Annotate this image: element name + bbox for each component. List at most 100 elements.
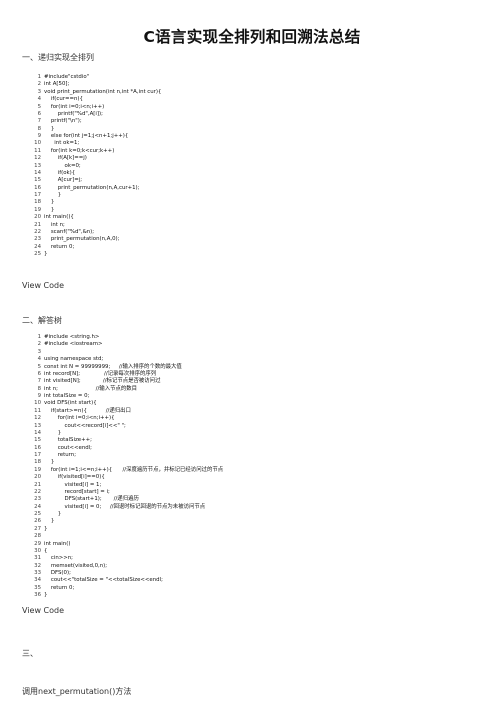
code-line: 7 int visited[N]; //标记节点是否被访问过: [28, 378, 223, 385]
line-number: 18: [34, 199, 41, 206]
view-code-link-2[interactable]: View Code: [22, 606, 64, 615]
line-number: 13: [34, 162, 41, 169]
code-text: }: [44, 206, 55, 213]
line-number: 4: [37, 356, 41, 363]
code-line: 16 print_permutation(n,A,cur+1);: [28, 185, 161, 192]
code-text: #include <iostream>: [44, 341, 103, 348]
code-line: 1 #include <string.h>: [28, 334, 223, 341]
code-line: 13 ok=0;: [28, 163, 161, 170]
code-line: 11 for(int k=0;k<cur;k++): [28, 148, 161, 155]
code-text: return 0;: [44, 243, 75, 250]
code-text: A[cur]=j;: [44, 177, 83, 184]
code-text: if(cur==n){: [44, 96, 83, 103]
code-line: 8 }: [28, 126, 161, 133]
code-line: 17 return;: [28, 452, 223, 459]
code-line: 15 totalSize++;: [28, 437, 223, 444]
code-line: 31 cin>>n;: [28, 555, 223, 562]
code-line: 25}: [28, 251, 161, 258]
code-text: #include"cstdio": [44, 74, 90, 80]
code-text: int n; //输入节点的数目: [44, 385, 138, 392]
code-text: visited[i] = 1;: [44, 481, 102, 488]
line-number: 12: [34, 415, 41, 422]
code-text: }: [44, 199, 55, 206]
code-text: DFS(start+1); //递归遍历: [44, 496, 139, 503]
code-text: int n;: [44, 221, 65, 228]
line-number: 25: [34, 251, 41, 257]
line-number: 17: [34, 192, 41, 198]
code-text: for(int i=0;i<n;i++): [44, 103, 105, 110]
code-text: DFS(0);: [44, 570, 71, 576]
code-line: 3: [28, 349, 223, 356]
code-line: 6 printf("%d",A[i]);: [28, 111, 161, 118]
code-text: }: [44, 125, 55, 132]
line-number: 15: [34, 437, 41, 444]
code-text: int main(){: [44, 214, 74, 221]
line-number: 7: [37, 118, 41, 125]
code-line: 4 using namespace std;: [28, 356, 223, 363]
code-text: record[start] = i;: [44, 488, 110, 495]
line-number: 24: [34, 503, 41, 510]
code-text: int main(): [44, 540, 71, 547]
line-number: 20: [34, 474, 41, 481]
code-line: 24 return 0;: [28, 244, 161, 251]
code-text: }: [44, 429, 62, 436]
code-line: 17 }: [28, 192, 161, 199]
view-code-link-1[interactable]: View Code: [22, 281, 64, 290]
line-number: 1: [37, 74, 41, 80]
code-text: cout<<record[i]<<" ";: [44, 422, 126, 429]
code-text: cin>>n;: [44, 555, 73, 562]
code-text: }: [44, 192, 62, 198]
code-block-permutation: 1 #include"cstdio" 2 int A[50]; 3 void print_…: [28, 74, 161, 258]
code-line: 23 print_permutation(n,A,0);: [28, 236, 161, 243]
code-line: 14 }: [28, 430, 223, 437]
line-number: 3: [37, 88, 41, 95]
code-text: if(start>=n){ //递归出口: [44, 407, 131, 414]
code-line: 36}: [28, 592, 223, 599]
code-text: int ok=1;: [44, 140, 80, 147]
code-line: 10 int ok=1;: [28, 140, 161, 147]
line-number: 17: [34, 452, 41, 458]
code-line: 9 else for(int j=1;j<n+1;j++){: [28, 133, 161, 140]
code-text: print_permutation(n,A,0);: [44, 236, 120, 243]
code-text: scanf("%d",&n);: [44, 228, 95, 235]
line-number: 35: [34, 584, 41, 591]
code-text: for(int i=0;i<n;i++){: [44, 415, 115, 422]
line-number: 34: [34, 577, 41, 584]
code-text: totalSize++;: [44, 437, 92, 444]
line-number: 19: [34, 206, 41, 213]
code-text: print_permutation(n,A,cur+1);: [44, 184, 140, 191]
section-heading-3: 三、: [22, 649, 38, 658]
code-text: }: [44, 592, 48, 599]
code-text: int totalSize = 0;: [44, 393, 90, 399]
code-text: printf("\n");: [44, 118, 82, 125]
code-line: 24 visited[i] = 0; //回退时标记回退的节点为未被访问节点: [28, 504, 223, 511]
line-number: 18: [34, 459, 41, 466]
line-number: 27: [34, 525, 41, 532]
line-number: 9: [37, 133, 41, 139]
code-text: int visited[N]; //标记节点是否被访问过: [44, 378, 161, 385]
section-heading-1: 一、递归实现全排列: [22, 53, 94, 62]
code-text: else for(int j=1;j<n+1;j++){: [44, 133, 129, 139]
line-number: 15: [34, 177, 41, 184]
code-text: #include <string.h>: [44, 334, 100, 340]
line-number: 24: [34, 243, 41, 250]
code-text: for(int i=1;i<=n;i++){ //深度遍历节点，并标记已经访问过…: [44, 466, 224, 473]
code-line: 9 int totalSize = 0;: [28, 393, 223, 400]
code-line: 18 }: [28, 199, 161, 206]
code-text: for(int k=0;k<cur;k++): [44, 147, 115, 154]
line-number: 21: [34, 221, 41, 228]
code-text: cout<<endl;: [44, 444, 93, 451]
line-number: 2: [37, 81, 41, 88]
code-text: }: [44, 525, 48, 532]
line-number: 10: [34, 400, 41, 407]
code-text: int A[50];: [44, 81, 70, 88]
line-number: 5: [37, 363, 41, 370]
line-number: 26: [34, 518, 41, 525]
line-number: 10: [34, 140, 41, 147]
code-line: 15 A[cur]=j;: [28, 177, 161, 184]
code-line: 1 #include"cstdio": [28, 74, 161, 81]
line-number: 21: [34, 481, 41, 488]
code-line: 28: [28, 533, 223, 540]
code-text: }: [44, 459, 55, 466]
line-number: 7: [37, 378, 41, 385]
